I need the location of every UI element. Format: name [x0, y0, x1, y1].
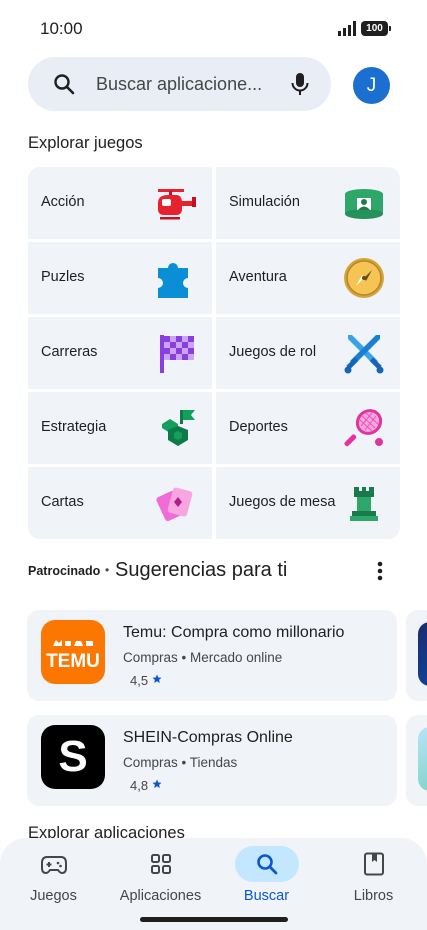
- separator-dot: •: [105, 563, 110, 577]
- category-simulacion[interactable]: Simulación: [216, 167, 400, 239]
- nav-icon-container: [129, 846, 193, 882]
- battery-level: 100: [366, 23, 383, 34]
- category-estrategia[interactable]: Estrategia: [28, 392, 212, 464]
- nav-libros[interactable]: Libros: [320, 838, 427, 918]
- category-cartas[interactable]: Cartas: [28, 467, 212, 539]
- puzzle-icon: [158, 263, 188, 298]
- compass-icon: [344, 258, 384, 298]
- avatar-initial: J: [366, 74, 377, 96]
- suggestions-title: Sugerencias para ti: [115, 559, 288, 581]
- app-name: Temu: Compra como millonario: [123, 624, 345, 641]
- avatar[interactable]: J: [353, 67, 390, 104]
- search-icon: [54, 74, 75, 95]
- category-label: Carreras: [41, 344, 98, 360]
- star-icon: [152, 674, 162, 683]
- category-label: Acción: [41, 194, 85, 210]
- home-indicator[interactable]: [140, 917, 288, 922]
- category-puzles[interactable]: Puzles: [28, 242, 212, 314]
- search-icon: [256, 854, 277, 875]
- signal-icon: [338, 21, 356, 36]
- app-card-shein[interactable]: S SHEIN-Compras Online Compras • Tiendas…: [27, 715, 397, 806]
- app-icon-peek: [418, 622, 427, 686]
- nav-label: Aplicaciones: [119, 888, 202, 904]
- category-juegos-de-rol[interactable]: Juegos de rol: [216, 317, 400, 389]
- chess-rook-icon: [350, 487, 378, 521]
- nav-buscar[interactable]: Buscar: [213, 838, 320, 918]
- category-label: Cartas: [41, 494, 84, 510]
- category-label: Aventura: [229, 269, 287, 285]
- checkered-flag-icon: [160, 335, 194, 373]
- app-name: SHEIN-Compras Online: [123, 729, 293, 746]
- sponsored-label: Patrocinado: [28, 564, 101, 578]
- category-aventura[interactable]: Aventura: [216, 242, 400, 314]
- microphone-icon[interactable]: [288, 71, 312, 97]
- more-vert-icon[interactable]: [374, 560, 386, 582]
- app-meta: Compras • Mercado online: [123, 650, 283, 665]
- book-icon: [363, 852, 384, 876]
- nav-icon-container: [342, 846, 406, 882]
- nav-juegos[interactable]: Juegos: [0, 838, 107, 918]
- battery-icon: 100: [361, 21, 391, 36]
- app-card-peek[interactable]: [406, 715, 427, 806]
- category-label: Puzles: [41, 269, 85, 285]
- suggestions-header: Patrocinado • Sugerencias para ti: [28, 556, 400, 588]
- app-card-temu[interactable]: TEMU Temu: Compra como millonario Compra…: [27, 610, 397, 701]
- category-juegos-de-mesa[interactable]: Juegos de mesa: [216, 467, 400, 539]
- category-label: Simulación: [229, 194, 300, 210]
- simulation-icon: [345, 189, 383, 219]
- strategy-flag-icon: [162, 410, 195, 446]
- nav-icon-container: [22, 846, 86, 882]
- shein-logo: S: [41, 725, 105, 789]
- temu-logo-text: TEMU: [46, 651, 100, 672]
- apps-grid-icon: [150, 854, 171, 874]
- category-label: Juegos de mesa: [229, 494, 336, 510]
- nav-label: Juegos: [30, 888, 77, 904]
- app-category: Compras: [123, 650, 178, 665]
- search-bar[interactable]: Buscar aplicacione...: [28, 57, 331, 111]
- app-meta: Compras • Tiendas: [123, 755, 238, 770]
- app-rating: 4,5: [130, 673, 149, 688]
- nav-icon-container-active: [234, 846, 299, 882]
- status-bar: 10:00 100: [0, 0, 427, 58]
- nav-label: Libros: [353, 888, 394, 904]
- app-subcategory: Tiendas: [189, 755, 238, 770]
- category-accion[interactable]: Acción: [28, 167, 212, 239]
- category-label: Estrategia: [41, 419, 107, 435]
- status-time: 10:00: [40, 19, 83, 38]
- nav-label: Buscar: [243, 888, 290, 904]
- temu-logo-art: TEMU: [46, 640, 100, 672]
- shein-logo-text: S: [58, 732, 88, 781]
- explore-games-title: Explorar juegos: [28, 134, 143, 152]
- cards-icon: [156, 487, 193, 522]
- category-label: Deportes: [229, 419, 288, 435]
- app-rating: 4,8: [130, 778, 149, 793]
- category-label: Juegos de rol: [229, 344, 317, 360]
- crossed-swords-icon: [344, 335, 384, 374]
- app-subcategory: Mercado online: [190, 650, 283, 665]
- category-deportes[interactable]: Deportes: [216, 392, 400, 464]
- app-icon-peek: [418, 727, 427, 791]
- star-icon: [152, 779, 162, 788]
- helicopter-icon: [158, 189, 196, 220]
- search-input[interactable]: Buscar aplicacione...: [96, 74, 272, 95]
- gamepad-icon: [40, 856, 67, 875]
- nav-aplicaciones[interactable]: Aplicaciones: [107, 838, 214, 918]
- game-categories-grid: Acción Simulación Puzles Aventura Carrer…: [28, 167, 400, 539]
- category-carreras[interactable]: Carreras: [28, 317, 212, 389]
- temu-logo: TEMU: [41, 620, 105, 684]
- app-category: Compras: [123, 755, 178, 770]
- tennis-racket-icon: [344, 409, 383, 447]
- app-card-peek[interactable]: [406, 610, 427, 701]
